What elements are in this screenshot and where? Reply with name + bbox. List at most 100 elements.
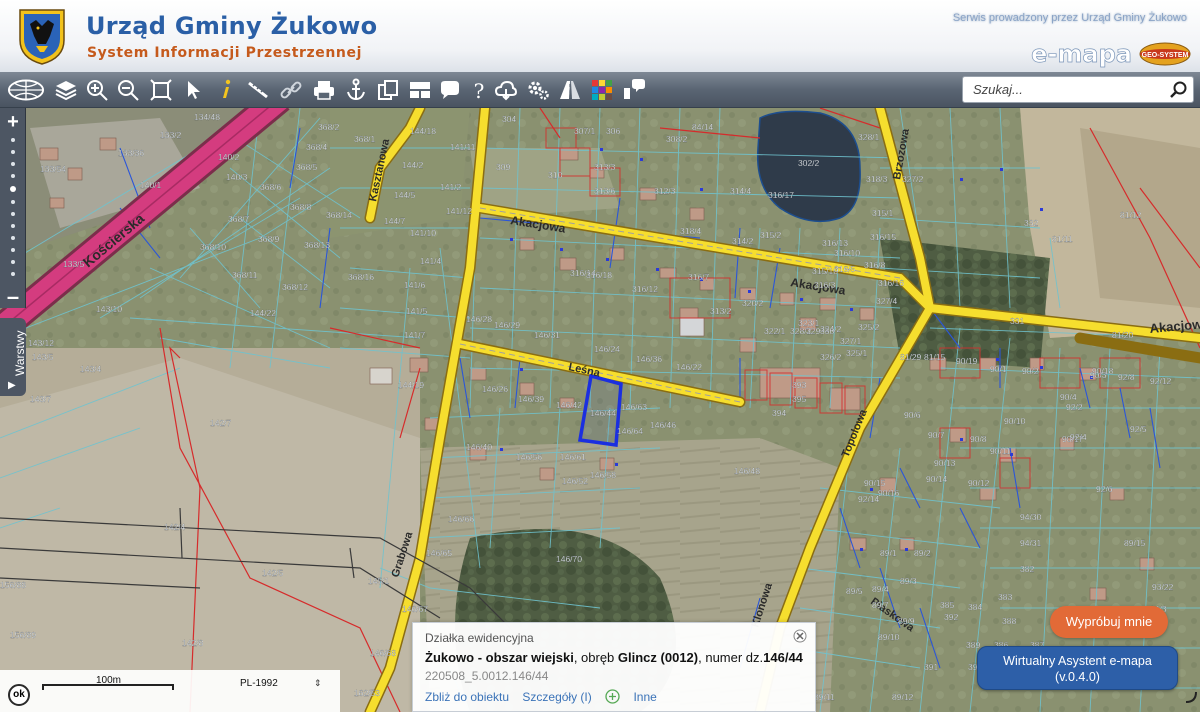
scale-label: 100m xyxy=(96,675,122,686)
page-title: Urząd Gminy Żukowo xyxy=(86,12,378,40)
scale-bar-panel: ok 100m PL-1992 ⇕ xyxy=(0,670,340,712)
help-icon[interactable]: ? xyxy=(465,76,493,104)
parcel-label: 332 xyxy=(1024,218,1038,228)
layers-tab[interactable]: Warstwy ▶ xyxy=(0,318,27,396)
parcel-label: 81/15 xyxy=(924,352,946,362)
parcel-label: 92/14 xyxy=(858,494,880,504)
parcel-label: 146/68 xyxy=(370,648,396,658)
popup-locality: Żukowo - obszar wiejski xyxy=(425,650,574,665)
parcel-label: 302/2 xyxy=(798,158,820,168)
layout-icon[interactable] xyxy=(406,76,434,104)
parcel-label: 146/66 xyxy=(448,514,474,524)
cloud-icon[interactable] xyxy=(492,76,520,104)
comment-icon[interactable] xyxy=(436,76,464,104)
parcel-label: 368/4 xyxy=(306,142,328,152)
search-input[interactable] xyxy=(963,77,1163,102)
parcel-label: 143/7 xyxy=(30,394,52,404)
close-icon[interactable] xyxy=(793,629,807,643)
pointer-icon[interactable] xyxy=(180,76,208,104)
zoom-level-dot[interactable] xyxy=(11,224,15,228)
parcel-label: 310 xyxy=(548,170,562,180)
settings-icon[interactable] xyxy=(524,76,552,104)
parcel-info-popup: Działka ewidencyjna Żukowo - obszar wiej… xyxy=(412,622,816,712)
parcel-label: 318/3 xyxy=(866,174,888,184)
parcel-label: 325/1 xyxy=(846,348,868,358)
parcel-label: 307/1 xyxy=(574,126,596,136)
parcel-label: 368/7 xyxy=(228,214,250,224)
parcel-label: 329 xyxy=(806,326,820,336)
parcel-label: 146/22 xyxy=(676,362,702,372)
updown-arrows-icon[interactable]: ⇕ xyxy=(314,678,322,689)
zoom-level-dot[interactable] xyxy=(11,138,15,142)
zoom-level-dot[interactable] xyxy=(11,236,15,240)
road-icon[interactable] xyxy=(556,76,584,104)
other-link[interactable]: Inne xyxy=(633,690,656,704)
plus-circle-icon[interactable] xyxy=(605,689,620,704)
parcel-label: 133/36 xyxy=(118,148,144,158)
zoom-in-button[interactable]: + xyxy=(0,112,26,132)
palette-icon[interactable] xyxy=(588,76,616,104)
zoom-level-dot[interactable] xyxy=(11,248,15,252)
parcel-label: 90/8 xyxy=(970,434,987,444)
zoom-in-icon[interactable] xyxy=(83,76,111,104)
crs-select[interactable]: PL-1992 xyxy=(240,678,278,689)
parcel-label: 92/6 xyxy=(1096,484,1113,494)
zoom-extent-icon[interactable] xyxy=(147,76,175,104)
info-icon[interactable] xyxy=(212,76,240,104)
parcel-label: 140/2 xyxy=(218,152,240,162)
zoom-level-dot[interactable] xyxy=(11,260,15,264)
parcel-label: 388 xyxy=(1002,616,1016,626)
zoom-level-dot[interactable] xyxy=(11,272,15,276)
zoom-out-button[interactable]: – xyxy=(0,286,26,308)
zoom-level-current[interactable] xyxy=(10,186,16,192)
ok-button[interactable]: ok xyxy=(8,684,30,706)
zoom-level-dot[interactable] xyxy=(11,212,15,216)
layers-icon[interactable] xyxy=(52,76,80,104)
chat-icon[interactable] xyxy=(620,76,648,104)
anchor-icon[interactable] xyxy=(342,76,370,104)
parcel-label: 316/3 xyxy=(814,280,836,290)
parcel-label: 315/2 xyxy=(760,230,782,240)
zoom-level-dot[interactable] xyxy=(11,150,15,154)
parcel-label: 330 xyxy=(820,326,834,336)
crest-logo xyxy=(19,9,65,65)
search-icon[interactable] xyxy=(1169,80,1189,100)
parcel-label: 144/5 xyxy=(394,190,416,200)
zoom-to-object-link[interactable]: Zbliż do obiektu xyxy=(425,690,509,704)
details-link[interactable]: Szczegóły (I) xyxy=(522,690,591,704)
parcel-label: 94/30 xyxy=(1020,512,1042,522)
layers-tab-label: Warstwy xyxy=(13,330,27,376)
link-icon[interactable] xyxy=(277,76,305,104)
geosystem-logo-text: GEO-SYSTEM xyxy=(1142,52,1189,59)
measure-icon[interactable] xyxy=(244,76,272,104)
globe-icon[interactable] xyxy=(6,76,46,104)
search-box xyxy=(962,76,1194,103)
zoom-level-dot[interactable] xyxy=(11,162,15,166)
parcel-label: 142/4 xyxy=(164,522,186,532)
try-me-button[interactable]: Wypróbuj mnie xyxy=(1050,606,1168,638)
parcel-label: 89/11 xyxy=(814,692,835,702)
parcel-label: 146/46 xyxy=(650,420,676,430)
print-icon[interactable] xyxy=(310,76,338,104)
virtual-assistant-button[interactable]: Wirtualny Asystent e-mapa (v.0.4.0) xyxy=(977,646,1178,690)
zoom-level-dot[interactable] xyxy=(11,200,15,204)
parcel-label: 90/12 xyxy=(968,478,990,488)
zoom-out-icon[interactable] xyxy=(114,76,142,104)
resize-handle-icon[interactable] xyxy=(1184,690,1198,704)
assistant-title: Wirtualny Asystent e-mapa xyxy=(1003,654,1152,668)
copy-icon[interactable] xyxy=(374,76,402,104)
zoom-level-dot[interactable] xyxy=(11,174,15,178)
parcel-label: 142/5 xyxy=(262,568,284,578)
parcel-label: 84/14 xyxy=(692,122,714,132)
service-prefix: Serwis prowadzony przez xyxy=(952,12,1082,24)
parcel-label: 146/67 xyxy=(402,604,428,614)
parcel-label: 143/5 xyxy=(32,352,54,362)
parcel-label: 81/29 xyxy=(900,352,922,362)
parcel-label: 389 xyxy=(966,640,980,650)
parcel-label: 92/4 xyxy=(1070,432,1087,442)
parcel-label: 81/11 xyxy=(1052,234,1073,244)
popup-precinct-prefix: , obręb xyxy=(573,650,618,665)
parcel-label: 395 xyxy=(792,394,806,404)
parcel-label: 392 xyxy=(944,612,958,622)
parcel-label: 304 xyxy=(502,114,516,124)
